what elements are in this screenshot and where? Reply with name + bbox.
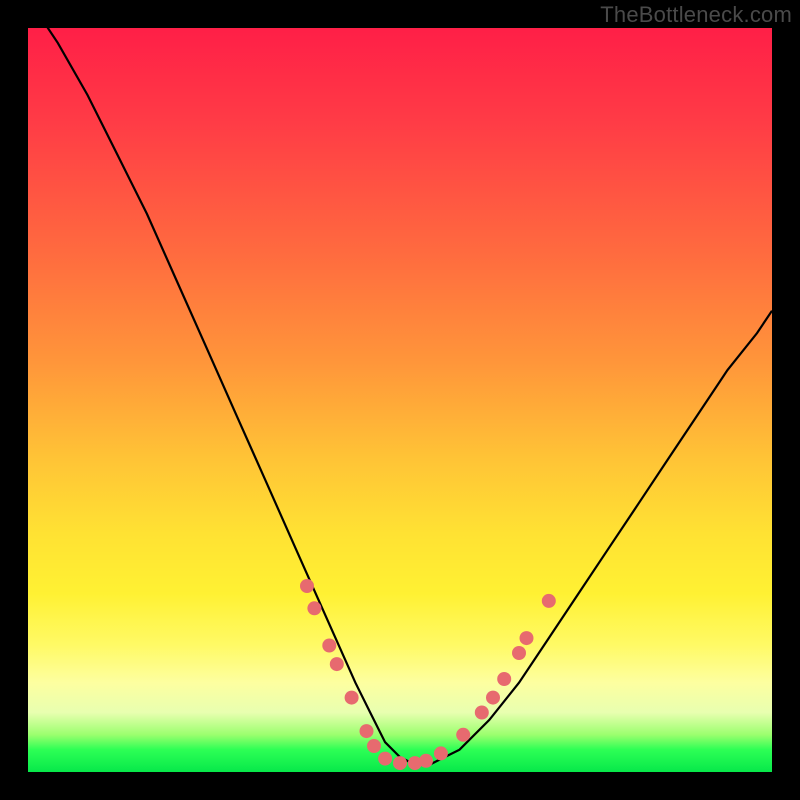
curve-dot — [497, 672, 511, 686]
curve-dot — [520, 631, 534, 645]
bottleneck-curve — [28, 28, 772, 765]
curve-dot — [307, 601, 321, 615]
curve-dot — [475, 706, 489, 720]
curve-dot — [367, 739, 381, 753]
watermark-text: TheBottleneck.com — [600, 2, 792, 28]
curve-dot — [419, 754, 433, 768]
bottleneck-curve-svg — [28, 28, 772, 772]
plot-area — [28, 28, 772, 772]
curve-dot — [542, 594, 556, 608]
curve-dot — [345, 691, 359, 705]
curve-dot — [360, 724, 374, 738]
curve-dot — [434, 746, 448, 760]
curve-dot — [330, 657, 344, 671]
curve-dot — [322, 639, 336, 653]
chart-frame: TheBottleneck.com — [0, 0, 800, 800]
curve-dot — [486, 691, 500, 705]
curve-dots — [300, 579, 556, 770]
curve-dot — [393, 756, 407, 770]
curve-dot — [300, 579, 314, 593]
curve-dot — [456, 728, 470, 742]
curve-dot — [512, 646, 526, 660]
curve-dot — [378, 752, 392, 766]
